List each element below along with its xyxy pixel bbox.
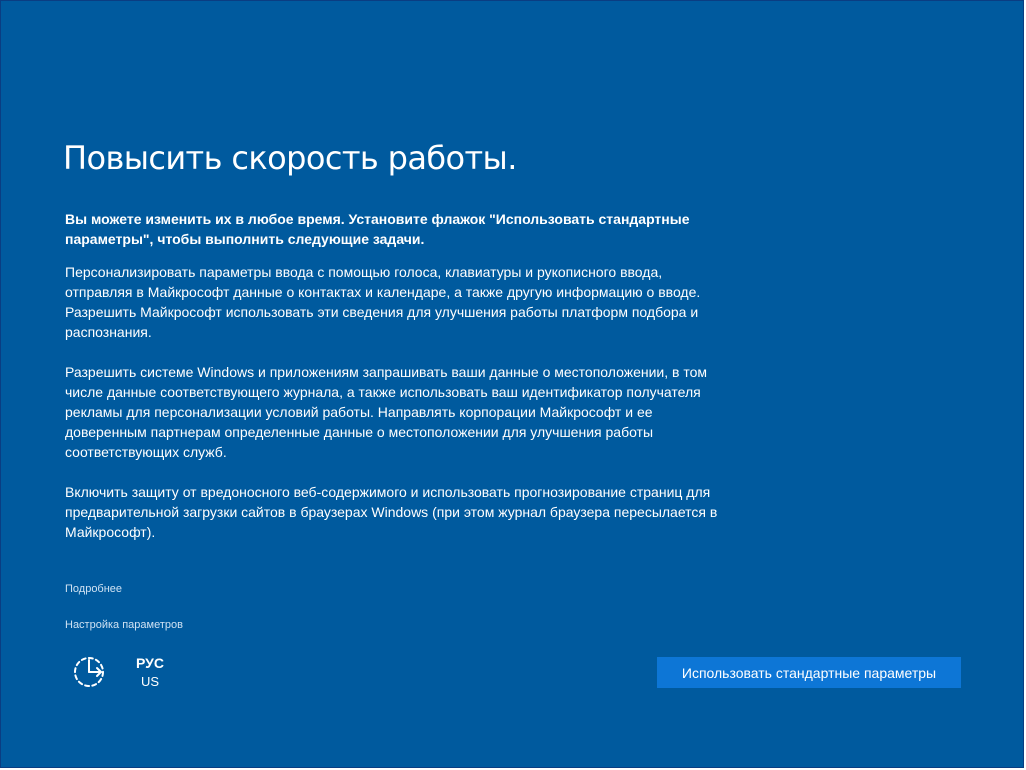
language-switcher[interactable]: РУС US — [127, 654, 173, 692]
settings-description-location: Разрешить системе Windows и приложениям … — [65, 364, 708, 460]
setup-screen: Повысить скорость работы. Вы можете изме… — [0, 0, 1024, 768]
ease-of-access-icon[interactable] — [71, 654, 107, 690]
settings-description-input: Персонализировать параметры ввода с помо… — [65, 264, 701, 340]
customize-settings-link[interactable]: Настройка параметров — [65, 618, 183, 632]
settings-description-browser: Включить защиту от вредоносного веб-соде… — [65, 484, 718, 540]
language-code: РУС — [136, 655, 164, 671]
keyboard-layout: US — [140, 674, 160, 689]
learn-more-link[interactable]: Подробнее — [65, 582, 122, 596]
intro-text: Вы можете изменить их в любое время. Уст… — [65, 211, 690, 247]
use-express-settings-button[interactable]: Использовать стандартные параметры — [657, 657, 961, 688]
page-title: Повысить скорость работы. — [63, 139, 517, 177]
ease-of-access-glyph — [74, 657, 104, 687]
